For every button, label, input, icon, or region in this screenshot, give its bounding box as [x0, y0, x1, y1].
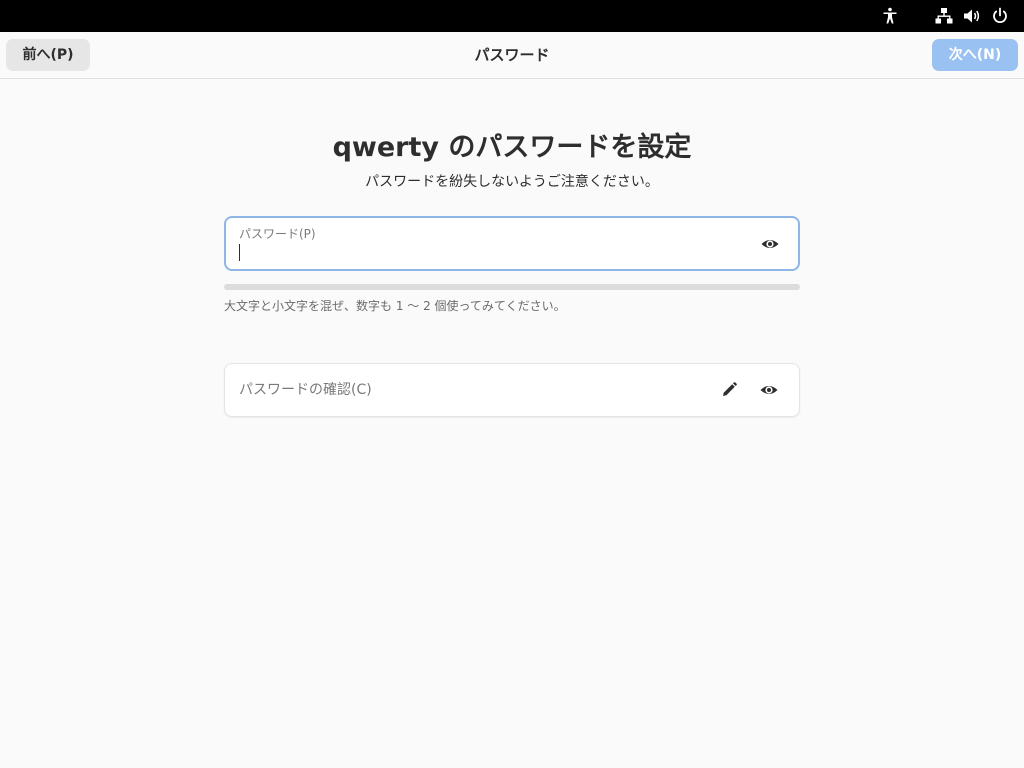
page-title: qwerty のパスワードを設定 — [332, 132, 692, 163]
network-wired-icon[interactable] — [934, 6, 954, 26]
password-strength-hint: 大文字と小文字を混ぜ、数字も 1 〜 2 個使ってみてください。 — [224, 299, 566, 313]
power-icon[interactable] — [990, 6, 1010, 26]
header-title: パスワード — [474, 46, 550, 64]
password-field[interactable]: パスワード(P) — [224, 216, 800, 271]
confirm-password-placeholder: パスワードの確認(C) — [239, 382, 372, 398]
text-cursor — [239, 244, 240, 261]
confirm-password-field[interactable]: パスワードの確認(C) — [224, 363, 800, 417]
prev-button[interactable]: 前へ(P) — [6, 39, 90, 71]
header-bar: パスワード 前へ(P) 次へ(N) — [0, 32, 1024, 79]
show-password-icon[interactable] — [760, 234, 780, 254]
page-subtitle: パスワードを紛失しないようご注意ください。 — [365, 174, 659, 190]
password-field-label: パスワード(P) — [239, 227, 316, 241]
password-strength-bar — [224, 284, 800, 290]
show-confirm-password-icon[interactable] — [759, 380, 779, 400]
edit-pencil-icon[interactable] — [719, 380, 739, 400]
top-bar — [0, 0, 1024, 32]
accessibility-icon[interactable] — [880, 6, 900, 26]
volume-icon[interactable] — [962, 6, 982, 26]
next-button[interactable]: 次へ(N) — [932, 39, 1018, 71]
